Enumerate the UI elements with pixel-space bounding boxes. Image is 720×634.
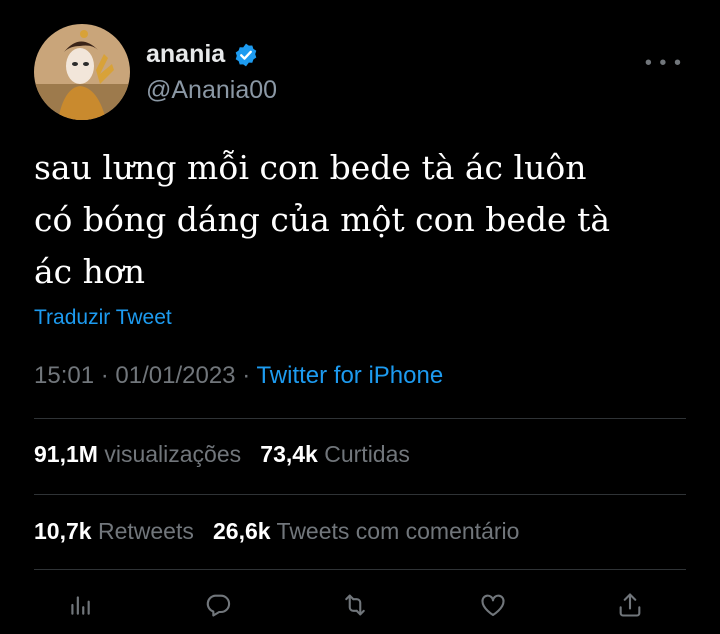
retweets-stat[interactable]: 10,7k Retweets: [34, 518, 194, 544]
author-name-row[interactable]: anania: [146, 40, 259, 69]
views-stat[interactable]: 91,1M visualizações: [34, 441, 241, 467]
tweet-timestamp-row: 15:01 · 01/01/2023 · Twitter for iPhone: [34, 362, 443, 390]
views-count: 91,1M: [34, 441, 98, 467]
views-label: visualizações: [104, 441, 242, 467]
like-icon: [480, 594, 505, 616]
tweet-source[interactable]: Twitter for iPhone: [256, 362, 443, 389]
verified-badge-icon: [235, 43, 257, 66]
likes-stat[interactable]: 73,4k Curtidas: [260, 441, 410, 467]
quotes-stat[interactable]: 26,6k Tweets com comentário: [213, 518, 519, 544]
translate-tweet-link[interactable]: Traduzir Tweet: [34, 306, 172, 330]
retweet-icon: [345, 594, 365, 616]
like-button[interactable]: [473, 588, 513, 622]
meta-separator: ·: [100, 362, 109, 389]
retweets-label: Retweets: [97, 518, 194, 544]
share-icon: [619, 593, 641, 617]
more-options-icon[interactable]: • • •: [645, 52, 682, 75]
reply-button[interactable]: [198, 588, 238, 622]
avatar-image: [34, 24, 130, 120]
share-button[interactable]: [610, 588, 650, 622]
divider: [34, 569, 686, 570]
stats-row-retweets-quotes: 10,7k Retweets 26,6k Tweets com comentár…: [34, 518, 519, 545]
retweets-count: 10,7k: [34, 518, 92, 544]
author-handle[interactable]: @Anania00: [146, 76, 277, 105]
likes-count: 73,4k: [260, 441, 318, 467]
likes-label: Curtidas: [324, 441, 410, 467]
tweet-text: sau lưng mỗi con bede tà ác luôn có bóng…: [34, 148, 611, 291]
author-name[interactable]: anania: [146, 40, 225, 69]
stats-row-views-likes: 91,1M visualizações 73,4k Curtidas: [34, 441, 410, 468]
divider: [34, 418, 686, 419]
tweet-time[interactable]: 15:01: [34, 362, 94, 389]
tweet-actions-bar: [60, 588, 650, 622]
retweet-button[interactable]: [335, 588, 375, 622]
divider: [34, 494, 686, 495]
tweet-date[interactable]: 01/01/2023: [115, 362, 235, 389]
meta-separator: ·: [242, 362, 251, 389]
analytics-button[interactable]: [60, 588, 100, 622]
reply-icon: [206, 594, 230, 617]
analytics-icon: [71, 596, 90, 615]
avatar[interactable]: [34, 24, 130, 120]
quotes-label: Tweets com comentário: [276, 518, 520, 544]
quotes-count: 26,6k: [213, 518, 271, 544]
